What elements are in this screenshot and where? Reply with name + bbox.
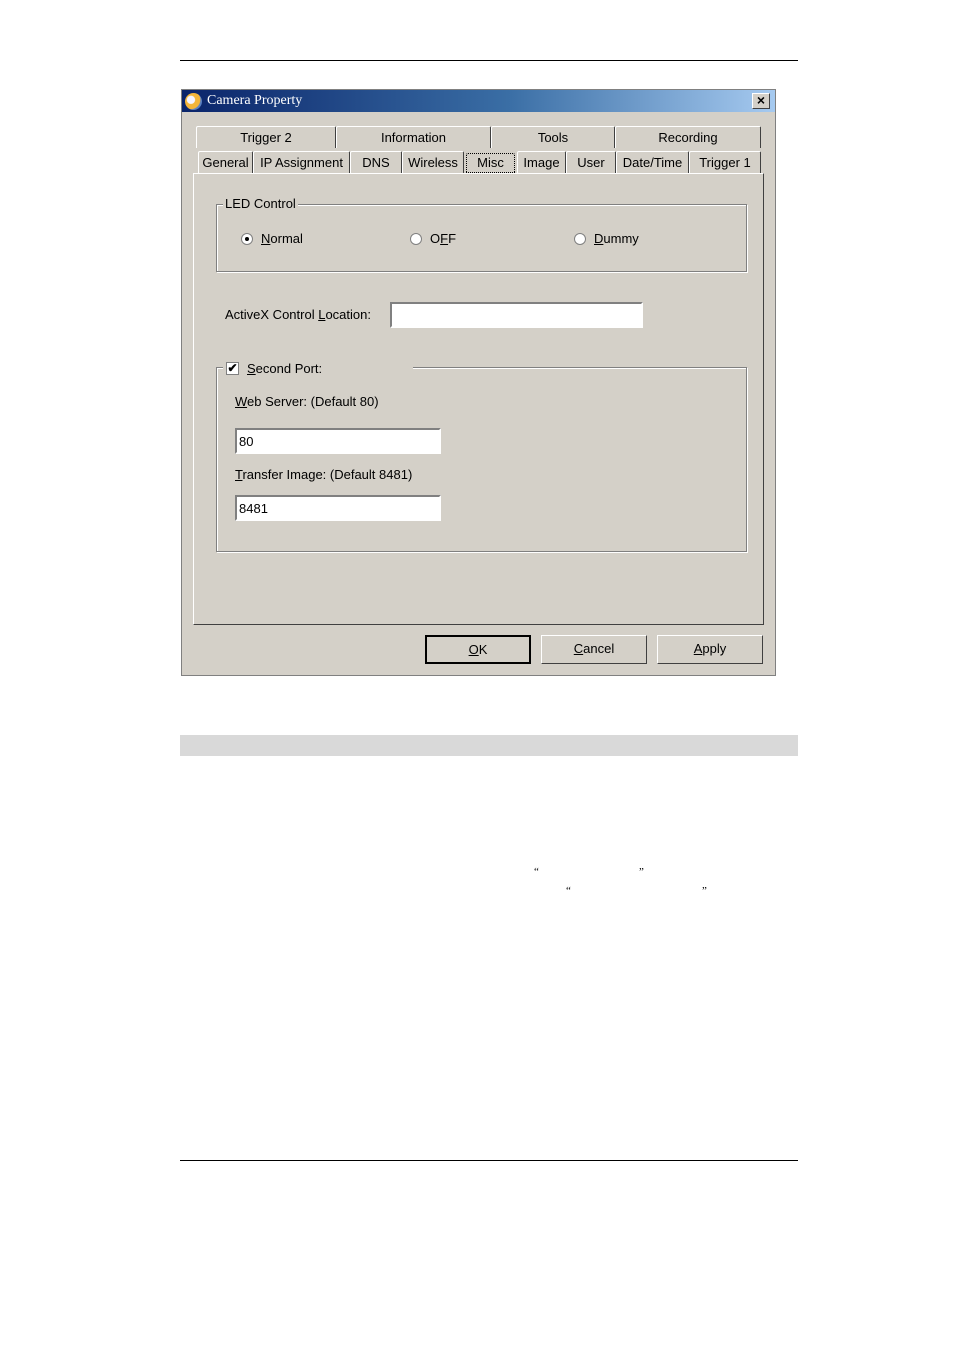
section-heading-band <box>180 735 798 756</box>
radio-checked-icon <box>241 232 253 245</box>
camera-property-dialog: Camera Property × Trigger 2 Information … <box>181 89 776 676</box>
tab-label: Tools <box>537 130 569 145</box>
open-quote-2: “ <box>566 885 571 897</box>
web-server-label: Web Server: (Default 80) <box>235 394 379 409</box>
led-off-label: OFF <box>430 231 457 246</box>
tab-trigger-1[interactable]: Trigger 1 <box>689 151 761 173</box>
tab-general[interactable]: General <box>198 151 253 173</box>
close-quote-1: ” <box>639 866 644 878</box>
led-dummy-radio[interactable]: Dummy <box>574 231 639 246</box>
tab-label: General <box>202 155 249 170</box>
tab-ip-assignment[interactable]: IP Assignment <box>253 151 350 173</box>
tab-label: IP Assignment <box>260 155 343 170</box>
radio-unchecked-icon <box>410 232 422 245</box>
tab-label: User <box>577 155 605 170</box>
led-control-title: LED Control <box>223 196 298 211</box>
apply-button[interactable]: Apply <box>657 635 763 664</box>
page-footer-rule <box>180 1160 798 1161</box>
dialog-title: Camera Property <box>207 93 303 108</box>
open-quote-1: “ <box>534 866 539 878</box>
tab-tools[interactable]: Tools <box>491 126 615 148</box>
second-port-checkbox[interactable]: ✔ <box>226 362 239 375</box>
transfer-image-port-input[interactable] <box>235 495 441 521</box>
led-off-radio[interactable]: OFF <box>410 231 456 246</box>
tab-panel-misc: LED Control Normal OFF Dummy ActiveX Con… <box>193 173 764 625</box>
tab-recording[interactable]: Recording <box>615 126 761 148</box>
led-normal-label: Normal <box>261 231 303 246</box>
tab-dns[interactable]: DNS <box>350 151 402 173</box>
tab-label: Misc <box>477 155 504 170</box>
tab-label: Recording <box>658 130 718 145</box>
led-normal-radio[interactable]: Normal <box>241 231 303 246</box>
checkmark-icon: ✔ <box>227 361 238 375</box>
tab-image[interactable]: Image <box>517 151 566 173</box>
tab-wireless[interactable]: Wireless <box>402 151 464 173</box>
tab-label: Date/Time <box>622 155 683 170</box>
tab-label: DNS <box>362 155 390 170</box>
cancel-button[interactable]: Cancel <box>541 635 647 664</box>
web-server-port-input[interactable] <box>235 428 441 454</box>
transfer-image-label: Transfer Image: (Default 8481) <box>235 467 413 482</box>
radio-unchecked-icon <box>574 232 586 245</box>
tab-information[interactable]: Information <box>336 126 491 148</box>
tab-label: Image <box>523 155 560 170</box>
tab-label: Wireless <box>408 155 458 170</box>
second-port-label: Second Port: <box>247 361 323 376</box>
page-header-rule <box>180 60 798 61</box>
ok-button[interactable]: OK <box>425 635 531 664</box>
close-icon: × <box>756 92 766 108</box>
close-quote-2: ” <box>702 885 707 897</box>
tab-date-time[interactable]: Date/Time <box>616 151 689 173</box>
tab-label: Trigger 2 <box>240 130 292 145</box>
title-bar[interactable]: Camera Property × <box>182 90 775 112</box>
tab-label: Information <box>380 130 447 145</box>
activex-location-input[interactable] <box>390 302 643 328</box>
tab-trigger-2[interactable]: Trigger 2 <box>196 126 336 148</box>
led-dummy-label: Dummy <box>594 231 639 246</box>
tab-user[interactable]: User <box>566 151 616 173</box>
activex-location-label: ActiveX Control Location: <box>225 307 371 322</box>
tab-label: Trigger 1 <box>699 155 751 170</box>
app-icon <box>185 93 202 110</box>
close-button[interactable]: × <box>752 93 770 109</box>
tab-misc[interactable]: Misc <box>466 153 515 173</box>
